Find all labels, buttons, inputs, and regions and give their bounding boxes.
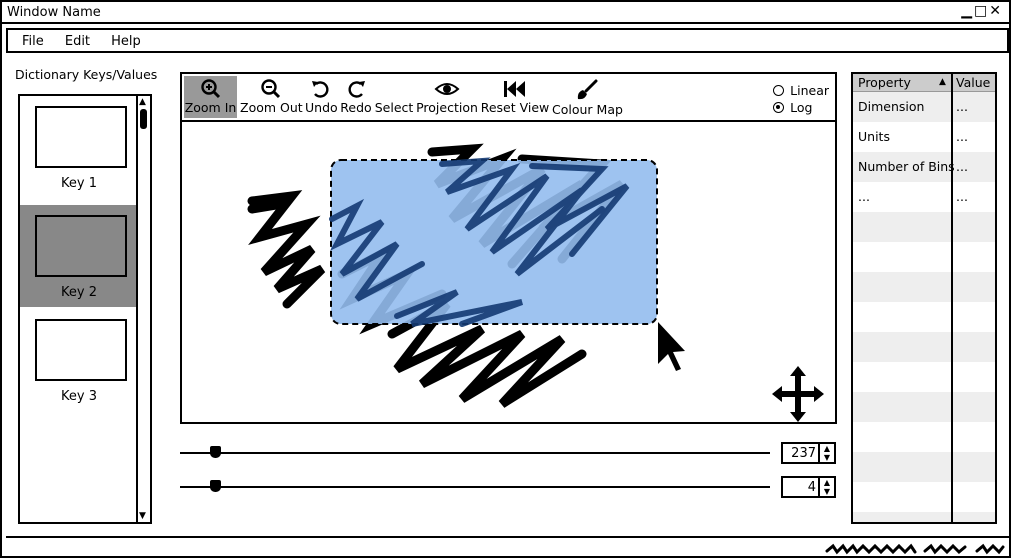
zoom-in-button[interactable]: Zoom In bbox=[184, 76, 237, 118]
scale-radio-group: Linear Log bbox=[773, 82, 829, 116]
colour-map-button[interactable]: Colour Map bbox=[552, 76, 623, 118]
plot-canvas[interactable] bbox=[182, 124, 835, 422]
menu-bar: File Edit Help bbox=[6, 28, 1009, 53]
eye-icon bbox=[434, 83, 460, 95]
undo-button[interactable]: Undo bbox=[305, 76, 338, 118]
brush-icon bbox=[577, 79, 598, 100]
projection-button[interactable]: Projection bbox=[416, 76, 478, 118]
table-row[interactable]: Dimension ... bbox=[853, 92, 995, 122]
dictionary-label: Dictionary Keys/Values bbox=[15, 67, 158, 82]
selection-rectangle[interactable] bbox=[330, 159, 658, 325]
column-divider bbox=[951, 74, 953, 522]
reset-view-button[interactable]: Reset View bbox=[480, 76, 550, 118]
window-title: Window Name bbox=[7, 5, 101, 20]
slider-1[interactable] bbox=[180, 445, 770, 461]
table-row[interactable]: ... ... bbox=[853, 182, 995, 212]
title-bar: Window Name ▁□✕ bbox=[2, 2, 1009, 24]
redo-icon bbox=[348, 81, 365, 98]
application-window: Window Name ▁□✕ File Edit Help Dictionar… bbox=[0, 0, 1011, 558]
undo-icon bbox=[312, 81, 329, 98]
table-row bbox=[853, 302, 995, 332]
table-row bbox=[853, 512, 995, 522]
column-header-value[interactable]: Value bbox=[956, 75, 990, 90]
table-row bbox=[853, 452, 995, 482]
key-item-1[interactable]: Key 1 bbox=[20, 96, 138, 198]
table-row bbox=[853, 212, 995, 242]
table-row[interactable]: Number of Bins ... bbox=[853, 152, 995, 182]
viewer-toolbar: Zoom In Zoom Out Undo Redo Select Projec… bbox=[182, 74, 835, 122]
table-row bbox=[853, 332, 995, 362]
menu-help[interactable]: Help bbox=[111, 34, 141, 49]
cursor-icon bbox=[658, 322, 685, 371]
spin-arrows-icon[interactable]: ▲ ▼ bbox=[818, 478, 834, 496]
key-thumbnail bbox=[35, 215, 127, 277]
table-row bbox=[853, 362, 995, 392]
select-button[interactable]: Select bbox=[374, 76, 414, 118]
redo-button[interactable]: Redo bbox=[340, 76, 372, 118]
properties-table: Property ▲ Value Dimension ... Units ...… bbox=[851, 72, 997, 524]
table-row bbox=[853, 272, 995, 302]
menu-file[interactable]: File bbox=[22, 34, 44, 49]
image-scribble bbox=[247, 143, 824, 422]
window-controls[interactable]: ▁□✕ bbox=[961, 3, 1003, 19]
key-item-2[interactable]: Key 2 bbox=[20, 205, 138, 307]
zoom-in-icon bbox=[200, 79, 220, 99]
key-label: Key 1 bbox=[61, 176, 97, 191]
slider-1-thumb[interactable] bbox=[210, 446, 221, 458]
status-bar bbox=[6, 536, 1009, 558]
table-row[interactable]: Units ... bbox=[853, 122, 995, 152]
table-row bbox=[853, 482, 995, 512]
radio-linear[interactable]: Linear bbox=[773, 82, 829, 99]
key-label: Key 2 bbox=[61, 285, 97, 300]
table-row bbox=[853, 242, 995, 272]
scroll-down-icon[interactable]: ▼ bbox=[139, 511, 146, 521]
spin-arrows-icon[interactable]: ▲ ▼ bbox=[818, 444, 834, 462]
properties-header: Property ▲ Value bbox=[853, 74, 995, 92]
zoom-out-icon bbox=[261, 79, 281, 99]
key-list: Key 1 Key 2 Key 3 ▲ ▼ bbox=[18, 94, 152, 524]
move-icon[interactable] bbox=[772, 366, 824, 422]
zoom-out-button[interactable]: Zoom Out bbox=[240, 76, 303, 118]
scroll-up-icon[interactable]: ▲ bbox=[139, 97, 146, 107]
scroll-thumb[interactable] bbox=[140, 109, 147, 129]
table-row bbox=[853, 392, 995, 422]
status-text-scribble bbox=[825, 543, 1005, 555]
slider-2-thumb[interactable] bbox=[210, 480, 221, 492]
key-list-scrollbar[interactable]: ▲ ▼ bbox=[136, 96, 150, 522]
table-row bbox=[853, 422, 995, 452]
column-header-property[interactable]: Property bbox=[858, 75, 911, 90]
key-thumbnail bbox=[35, 319, 127, 381]
radio-log[interactable]: Log bbox=[773, 99, 829, 116]
spinbox-2[interactable]: 4 ▲ ▼ bbox=[781, 476, 836, 498]
key-thumbnail bbox=[35, 106, 127, 168]
slider-2[interactable] bbox=[180, 479, 770, 495]
spinbox-1[interactable]: 237 ▲ ▼ bbox=[781, 442, 836, 464]
key-item-3[interactable]: Key 3 bbox=[20, 309, 138, 411]
image-viewer: Zoom In Zoom Out Undo Redo Select Projec… bbox=[180, 72, 837, 424]
menu-edit[interactable]: Edit bbox=[65, 34, 90, 49]
sort-ascending-icon[interactable]: ▲ bbox=[939, 77, 946, 87]
key-label: Key 3 bbox=[61, 389, 97, 404]
reset-view-icon bbox=[504, 81, 525, 97]
